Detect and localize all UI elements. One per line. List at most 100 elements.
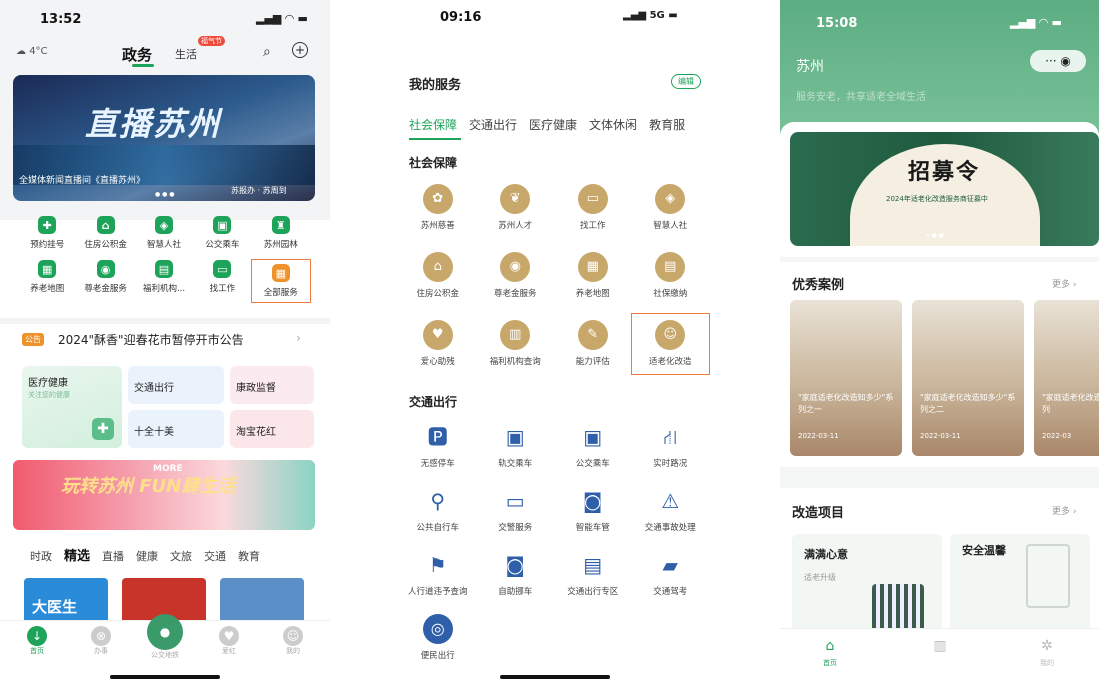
service-item[interactable]: ◉ 尊老金服务 xyxy=(76,260,134,302)
more-link[interactable]: 更多 › xyxy=(1052,504,1077,517)
category-tab[interactable]: 教育 xyxy=(238,548,260,564)
city-title: 苏州 xyxy=(796,59,824,75)
card-taobao[interactable]: 淘宝花红 xyxy=(230,410,314,448)
service-tab[interactable]: 文体休闲 xyxy=(589,116,637,133)
slogan: 服务安老，共享适老全域生活 xyxy=(796,92,926,103)
category-tab[interactable]: 直播 xyxy=(102,548,124,564)
chevron-right-icon: › xyxy=(1072,280,1077,290)
project-card[interactable]: 安全温馨 xyxy=(950,534,1090,638)
card-perfect[interactable]: 十全十美 xyxy=(128,410,224,448)
tab-gov[interactable]: 政务 xyxy=(122,44,152,65)
add-icon[interactable]: + xyxy=(292,42,308,58)
status-icons: ▂▄▆ ◠ ▬ xyxy=(256,12,308,25)
service-item[interactable]: ❦ 苏州人才 xyxy=(477,184,555,232)
transport-item[interactable]: ⚠ 交通事故处理 xyxy=(632,486,710,534)
card-health[interactable]: 医疗健康 关注您的健康 ✚ xyxy=(22,366,122,448)
thumb-text: 大医生 xyxy=(32,598,78,616)
category-tab[interactable]: 精选 xyxy=(64,545,90,564)
transport-item[interactable]: ⚲ 公共自行车 xyxy=(399,486,477,534)
transport-item[interactable]: ▤ 交通出行专区 xyxy=(554,550,632,598)
card-traffic[interactable]: 交通出行 xyxy=(128,366,224,404)
thumb-city[interactable] xyxy=(220,578,304,626)
house-icon: ⌂ xyxy=(96,216,115,234)
search-icon[interactable]: ⌕ xyxy=(263,44,271,60)
transport-item[interactable]: ▰ 交通驾考 xyxy=(632,550,710,598)
list-icon[interactable]: ▥ xyxy=(928,638,952,654)
service-tab[interactable]: 医疗健康 xyxy=(529,116,577,133)
service-item[interactable]: ◉ 尊老金服务 xyxy=(477,252,555,300)
capsule-menu[interactable]: ··· ◉ xyxy=(1030,50,1086,72)
transport-item[interactable]: 🅿 无感停车 xyxy=(399,422,477,470)
transport-item[interactable]: ◎ 便民出行 xyxy=(399,614,477,662)
home-icon: ↓ xyxy=(27,626,47,646)
service-item[interactable]: ♜ 苏州园林 xyxy=(252,216,310,250)
tab-bar-item[interactable]: ☺ 我的 xyxy=(268,626,318,660)
service-item[interactable]: ▦ 全部服务 xyxy=(250,259,312,303)
project-card[interactable]: 满满心意 适老升级 xyxy=(792,534,942,638)
service-item[interactable]: ⌂ 住房公积金 xyxy=(76,216,134,250)
service-tab[interactable]: 社会保障 xyxy=(409,116,457,133)
banner-source: 苏报办 · 苏周到 xyxy=(231,186,287,195)
weather: ☁ 4°C xyxy=(16,46,48,57)
transport-item[interactable]: ▣ 轨交乘车 xyxy=(477,422,555,470)
transport-item[interactable]: ⚑ 人行道违予查询 xyxy=(399,550,477,598)
tab-bar-item[interactable]: ↓ 首页 xyxy=(12,626,62,660)
home-icon[interactable]: ⌂ xyxy=(818,638,842,654)
tab-bar-item[interactable]: ● 公交地铁 xyxy=(140,614,190,660)
service-item[interactable]: ✚ 预约挂号 xyxy=(18,216,76,250)
service-item[interactable]: ✎ 能力评估 xyxy=(554,320,632,374)
service-label: 尊老金服务 xyxy=(84,284,127,294)
category-tab[interactable]: 文旅 xyxy=(170,548,192,564)
service-item[interactable]: ▭ 找工作 xyxy=(554,184,632,232)
service-item[interactable]: ✿ 苏州慈善 xyxy=(399,184,477,232)
more-link[interactable]: 更多 › xyxy=(1052,277,1077,290)
notice-text[interactable]: 2024"酥香"迎春花市暂停开市公告 xyxy=(58,331,244,348)
edit-button[interactable]: 编辑 xyxy=(671,74,701,89)
service-label: 找工作 xyxy=(209,284,236,294)
thumb-doctor[interactable]: 大医生 xyxy=(24,578,108,626)
tab-home-label: 首页 xyxy=(823,659,837,667)
case-caption: "家庭适老化改造知多少"系列之一 xyxy=(798,393,894,414)
transport-item[interactable]: ◙ 自助挪车 xyxy=(477,550,555,598)
service-item[interactable]: ▭ 找工作 xyxy=(193,260,251,302)
service-item[interactable]: ▦ 养老地图 xyxy=(554,252,632,300)
case-card[interactable]: "家庭适老化改造知多少"系列 2022-03 xyxy=(1034,300,1099,456)
card-supervise[interactable]: 康政监督 xyxy=(230,366,314,404)
service-tab[interactable]: 教育服 xyxy=(649,116,685,133)
service-item[interactable]: ▥ 福利机构查询 xyxy=(477,320,555,374)
promo-banner[interactable]: 玩转苏州 FUN肆生活 MORE xyxy=(13,460,315,530)
tab-bar-label: 办事 xyxy=(94,647,108,655)
service-item[interactable]: ♥ 爱心助残 xyxy=(399,320,477,374)
case-date: 2022-03 xyxy=(1042,432,1072,440)
service-item[interactable]: ☺ 适老化改造 xyxy=(630,313,710,375)
case-card[interactable]: "家庭适老化改造知多少"系列之二 2022-03-11 xyxy=(912,300,1024,456)
tab-bar-item[interactable]: ♥ 爱红 xyxy=(204,626,254,660)
service-item[interactable]: ◈ 智慧人社 xyxy=(632,184,710,232)
category-tab[interactable]: 交通 xyxy=(204,548,226,564)
category-tab[interactable]: 健康 xyxy=(136,548,158,564)
service-label: 预约挂号 xyxy=(30,240,65,250)
metro-icon: ▣ xyxy=(505,425,525,449)
tab-indicator xyxy=(132,64,154,67)
transport-item[interactable]: ▣ 公交乘车 xyxy=(554,422,632,470)
recruit-banner[interactable]: 招募令 2024年适老化改造服务商征募中 ━ ● ● xyxy=(790,132,1099,246)
service-item[interactable]: ⌂ 住房公积金 xyxy=(399,252,477,300)
service-item[interactable]: ◈ 智慧人社 xyxy=(135,216,193,250)
transport-item[interactable]: ◙ 智能车管 xyxy=(554,486,632,534)
service-item[interactable]: ▤ 福利机构... xyxy=(135,260,193,302)
case-card[interactable]: "家庭适老化改造知多少"系列之一 2022-03-11 xyxy=(790,300,902,456)
service-label: 尊老金服务 xyxy=(493,289,537,299)
transport-label: 交警服务 xyxy=(498,523,533,533)
service-item[interactable]: ▣ 公交乘车 xyxy=(193,216,251,250)
transport-item[interactable]: ⛙ 实时路况 xyxy=(632,422,710,470)
transport-item[interactable]: ▭ 交警服务 xyxy=(477,486,555,534)
service-item[interactable]: ▦ 养老地图 xyxy=(18,260,76,302)
service-tab[interactable]: 交通出行 xyxy=(469,116,517,133)
tab-bar-item[interactable]: ⊗ 办事 xyxy=(76,626,126,660)
category-tab[interactable]: 时政 xyxy=(30,548,52,564)
live-banner[interactable]: 直播苏州 全媒体新闻直播间《直播苏州》 苏报办 · 苏周到 ● ● ● xyxy=(13,75,315,201)
wheelchair-image xyxy=(872,584,924,632)
user-icon[interactable]: ✲ xyxy=(1035,638,1059,654)
tab-life[interactable]: 生活 xyxy=(175,46,197,62)
service-item[interactable]: ▤ 社保缴纳 xyxy=(632,252,710,300)
